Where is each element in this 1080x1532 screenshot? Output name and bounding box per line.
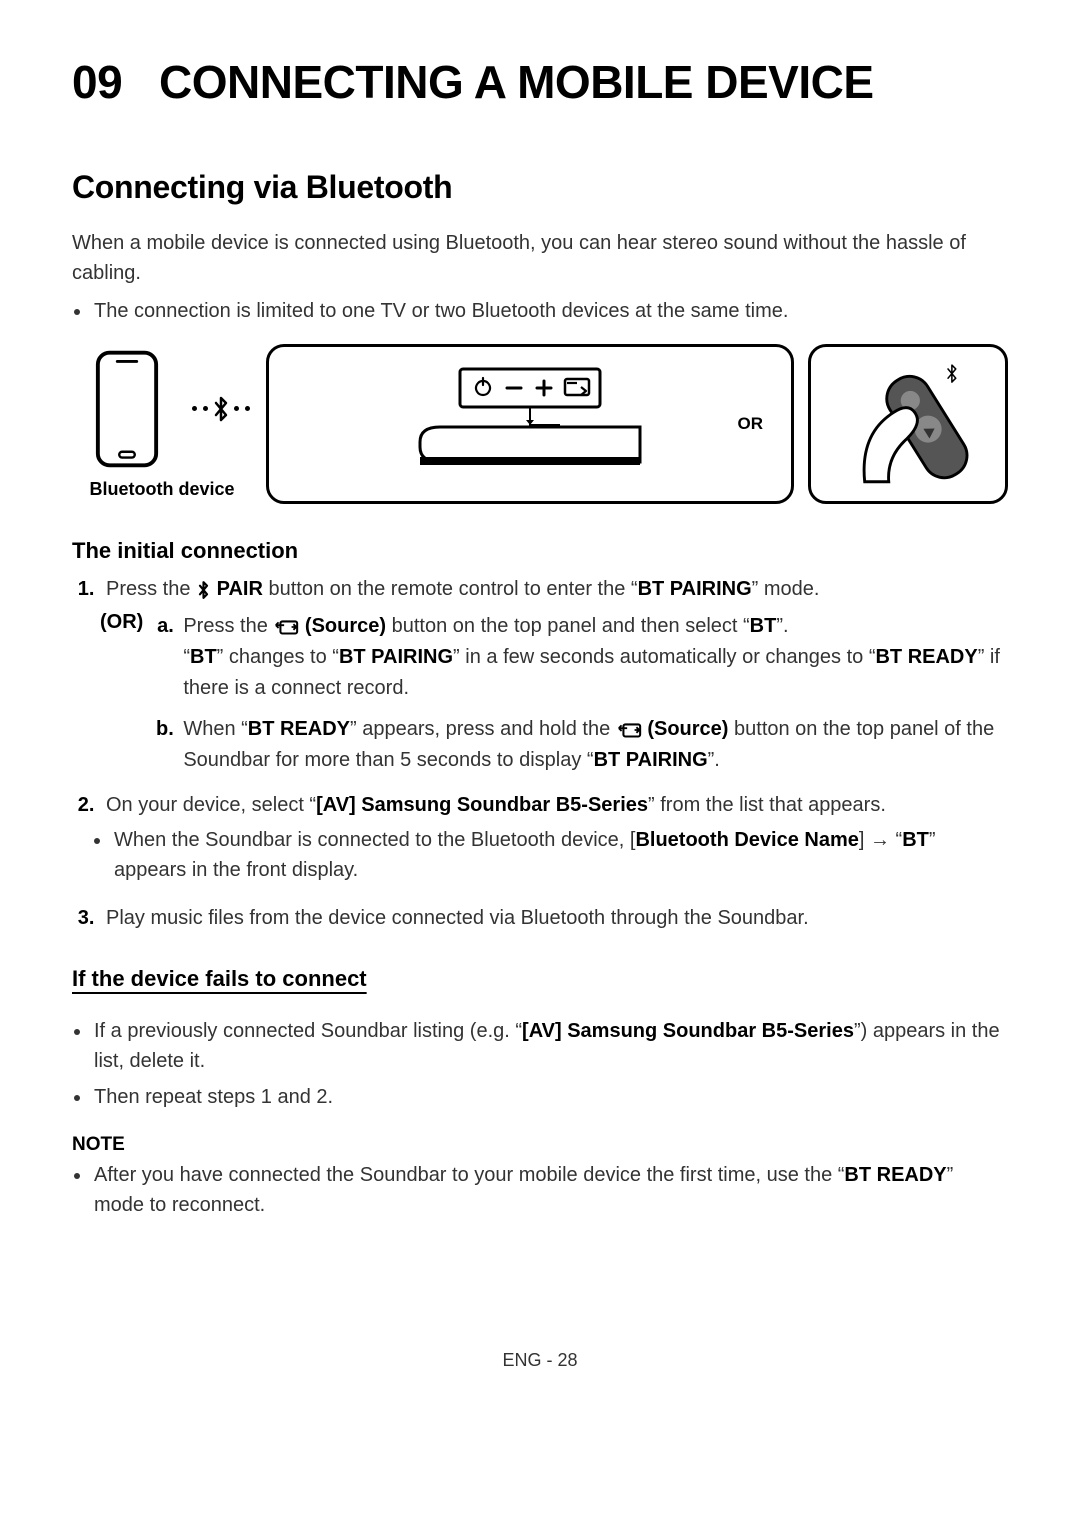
- bluetooth-dots: [190, 395, 252, 423]
- source-icon: [616, 721, 642, 739]
- t: After you have connected the Soundbar to…: [94, 1164, 844, 1186]
- chapter-text: CONNECTING A MOBILE DEVICE: [159, 56, 874, 108]
- or-row: (OR) Press the (Source) button on the to…: [100, 611, 1008, 786]
- t: button on the remote control to enter th…: [263, 578, 638, 600]
- hand-remote-icon: [811, 347, 1005, 501]
- t: BT READY: [875, 646, 977, 668]
- t: ” changes to “: [217, 646, 339, 668]
- section-title: Connecting via Bluetooth: [72, 169, 1008, 206]
- t: BT: [190, 646, 217, 668]
- t: If a previously connected Soundbar listi…: [94, 1020, 522, 1042]
- t: (Source): [642, 718, 729, 740]
- or-marker: (OR): [100, 611, 143, 634]
- intro-paragraph: When a mobile device is connected using …: [72, 228, 1008, 288]
- step-b: When “BT READY” appears, press and hold …: [179, 714, 1008, 776]
- t: BT READY: [844, 1164, 946, 1186]
- note-title: NOTE: [72, 1134, 1008, 1156]
- t: “: [183, 646, 190, 668]
- t: BT PAIRING: [594, 749, 708, 771]
- soundbar-box: OR: [266, 344, 794, 504]
- source-icon: [273, 618, 299, 636]
- step-1: Press the PAIR button on the remote cont…: [100, 574, 1008, 605]
- step-3: Play music files from the device connect…: [100, 903, 1008, 934]
- fail-bullet-2: Then repeat steps 1 and 2.: [92, 1082, 1008, 1112]
- intro-bullet-1: The connection is limited to one TV or t…: [92, 296, 1008, 326]
- t: ” in a few seconds automatically or chan…: [453, 646, 875, 668]
- or-label: OR: [738, 414, 764, 434]
- phone-block: Bluetooth device: [72, 349, 252, 500]
- alpha-list: Press the (Source) button on the top pan…: [155, 611, 1008, 786]
- t: [AV] Samsung Soundbar B5-Series: [316, 794, 648, 816]
- t: BT READY: [248, 718, 350, 740]
- bluetooth-icon: [212, 395, 230, 423]
- note-bullet-1: After you have connected the Soundbar to…: [92, 1160, 1008, 1220]
- fail-bullet-1: If a previously connected Soundbar listi…: [92, 1016, 1008, 1076]
- t: Bluetooth Device Name: [635, 829, 858, 851]
- steps-list: Press the PAIR button on the remote cont…: [72, 574, 1008, 605]
- t: PAIR: [211, 578, 263, 600]
- t: When the Soundbar is connected to the Bl…: [114, 829, 635, 851]
- soundbar-illustration: [415, 367, 645, 482]
- t: Press the: [183, 615, 273, 637]
- page-footer: ENG - 28: [72, 1350, 1008, 1371]
- t: ”.: [776, 615, 788, 637]
- intro-bullets: The connection is limited to one TV or t…: [92, 296, 1008, 326]
- step-2-bullet: When the Soundbar is connected to the Bl…: [112, 825, 1008, 885]
- step-2: On your device, select “[AV] Samsung Sou…: [100, 790, 1008, 885]
- t: ] → “: [859, 829, 902, 851]
- chapter-number: 09: [72, 56, 122, 108]
- steps-list-cont: On your device, select “[AV] Samsung Sou…: [72, 790, 1008, 934]
- phone-icon: [93, 349, 161, 469]
- t: BT: [902, 829, 929, 851]
- step-2-sub: When the Soundbar is connected to the Bl…: [112, 825, 1008, 885]
- phone-label: Bluetooth device: [72, 479, 252, 500]
- bluetooth-icon: [196, 580, 211, 600]
- t: ” appears, press and hold the: [350, 718, 616, 740]
- t: On your device, select “: [106, 794, 316, 816]
- t: BT PAIRING: [638, 578, 752, 600]
- t: [AV] Samsung Soundbar B5-Series: [522, 1020, 854, 1042]
- step-a: Press the (Source) button on the top pan…: [179, 611, 1008, 704]
- note-bullets: After you have connected the Soundbar to…: [92, 1160, 1008, 1220]
- subsection-initial-title: The initial connection: [72, 538, 1008, 564]
- t: ”.: [708, 749, 720, 771]
- fail-bullets: If a previously connected Soundbar listi…: [92, 1016, 1008, 1112]
- t: BT: [750, 615, 777, 637]
- t: ” from the list that appears.: [648, 794, 886, 816]
- subsection-fail-title: If the device fails to connect: [72, 966, 367, 992]
- remote-hand-box: [808, 344, 1008, 504]
- t: button on the top panel and then select …: [386, 615, 750, 637]
- document-page: 09 CONNECTING A MOBILE DEVICE Connecting…: [0, 0, 1080, 1411]
- t: ” mode.: [752, 578, 820, 600]
- chapter-title: 09 CONNECTING A MOBILE DEVICE: [72, 55, 1008, 109]
- t: When “: [183, 718, 247, 740]
- diagram-row: Bluetooth device: [72, 344, 1008, 504]
- t: (Source): [299, 615, 386, 637]
- t: Press the: [106, 578, 196, 600]
- t: BT PAIRING: [339, 646, 453, 668]
